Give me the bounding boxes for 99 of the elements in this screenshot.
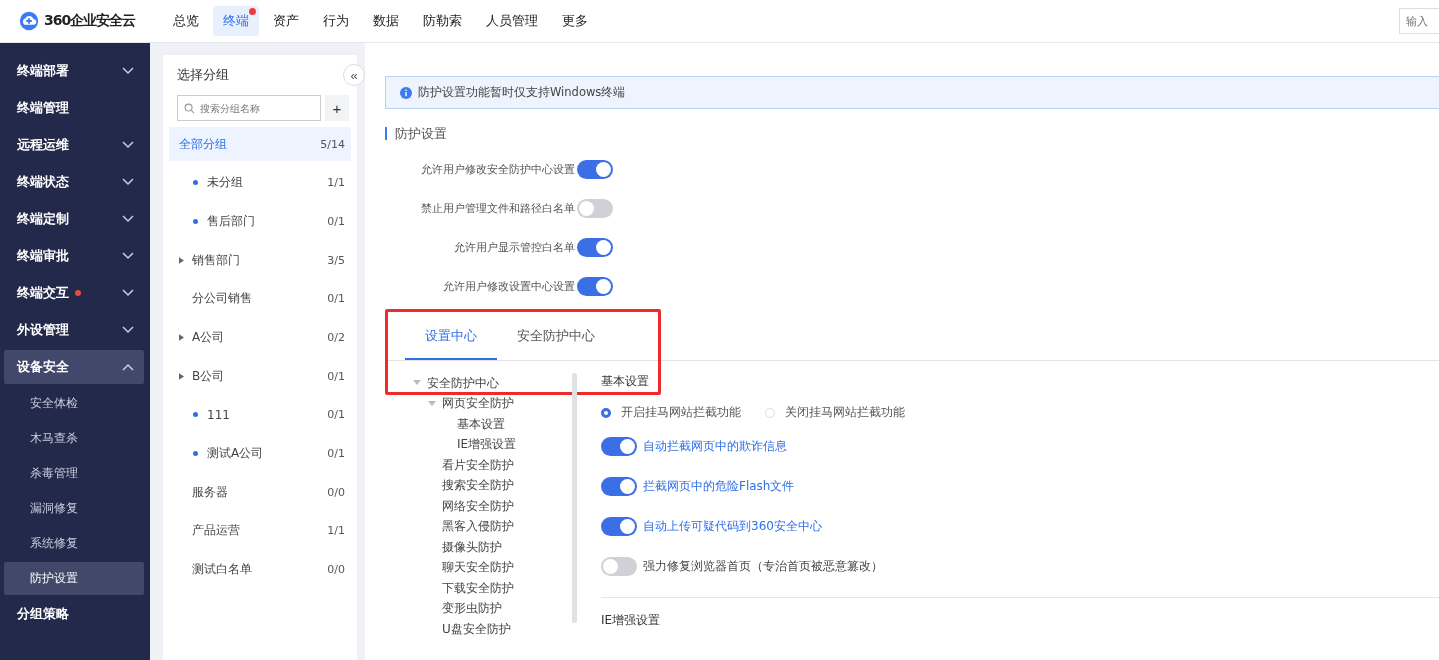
group-item[interactable]: 测试A公司 0/1	[169, 436, 351, 471]
chevron-down-icon	[122, 178, 134, 186]
group-item[interactable]: 测试白名单 0/0	[169, 552, 351, 587]
toggle-switch[interactable]	[601, 517, 637, 536]
radio-button[interactable]	[601, 407, 611, 418]
sidebar-item[interactable]: 外设管理	[4, 313, 144, 347]
cloud-plus-logo-icon	[18, 10, 40, 32]
switch-label: 允许用户修改安全防护中心设置	[420, 162, 575, 177]
sidebar-subitem[interactable]: 防护设置	[4, 562, 144, 595]
subsection-title: IE增强设置	[601, 612, 662, 629]
tree-item[interactable]: 黑客入侵防护	[442, 518, 514, 536]
tree-item[interactable]: IE增强设置	[457, 436, 517, 454]
group-item[interactable]: 服务器 0/0	[169, 475, 351, 510]
search-icon	[184, 103, 195, 114]
switch-label: 禁止用户管理文件和路径白名单	[420, 201, 575, 216]
group-item[interactable]: 111 0/1	[169, 397, 351, 432]
chevron-down-icon	[122, 326, 134, 334]
nav-tab[interactable]: 更多	[552, 6, 598, 36]
group-item[interactable]: A公司 0/2	[169, 320, 351, 355]
collapse-button[interactable]: «	[343, 64, 365, 86]
nav-tab[interactable]: 数据	[363, 6, 409, 36]
expand-triangle-icon	[179, 372, 184, 380]
chevron-down-icon	[122, 252, 134, 260]
sidebar-item[interactable]: 终端交互	[4, 276, 144, 310]
tab[interactable]: 设置中心	[405, 314, 497, 360]
sidebar-item[interactable]: 终端审批	[4, 239, 144, 273]
sidebar-subitem[interactable]: 系统修复	[4, 527, 144, 560]
sidebar-item[interactable]: 终端部署	[4, 54, 144, 88]
chevron-down-icon	[122, 215, 134, 223]
toggle-switch[interactable]	[577, 238, 613, 257]
search-field[interactable]: 输入	[1399, 8, 1439, 34]
sidebar-subitem[interactable]: 木马查杀	[4, 422, 144, 455]
tree-item[interactable]: U盘安全防护	[442, 620, 511, 638]
sidebar-item[interactable]: 远程运维	[4, 128, 144, 162]
sidebar-item[interactable]: 分组策略	[4, 597, 144, 631]
switch-label: 允许用户显示管控白名单	[453, 240, 575, 255]
sidebar-subitem[interactable]: 漏洞修复	[4, 492, 144, 525]
tree-item[interactable]: 网页安全防护	[442, 395, 514, 413]
tree-item[interactable]: 变形虫防护	[442, 600, 502, 618]
chevron-down-icon	[122, 289, 134, 297]
add-button[interactable]: +	[325, 95, 349, 121]
nav-tab[interactable]: 防勒索	[413, 6, 472, 36]
brand-name: 360企业安全云	[44, 12, 136, 30]
chevron-down-icon	[122, 141, 134, 149]
notice-text: 防护设置功能暂时仅支持Windows终端	[418, 85, 626, 100]
radio-option[interactable]: 开启挂马网站拦截功能	[601, 404, 741, 421]
nav-tab[interactable]: 行为	[313, 6, 359, 36]
tab[interactable]: 安全防护中心	[497, 314, 615, 360]
group-item[interactable]: 未分组 1/1	[169, 165, 351, 200]
tree-item[interactable]: 摄像头防护	[442, 538, 502, 556]
bullet-dot	[193, 218, 198, 224]
sidebar-subitem[interactable]: 安全体检	[4, 387, 144, 420]
sidebar-item[interactable]: 终端状态	[4, 165, 144, 199]
tree-item[interactable]: 基本设置	[457, 415, 505, 433]
sidebar-item[interactable]: 终端定制	[4, 202, 144, 236]
nav-tab[interactable]: 人员管理	[476, 6, 548, 36]
radio-option[interactable]: 关闭挂马网站拦截功能	[765, 404, 905, 421]
nav-tab[interactable]: 终端	[213, 6, 259, 36]
toggle-switch[interactable]	[601, 477, 637, 496]
sidebar-subitem[interactable]: 杀毒管理	[4, 457, 144, 490]
bullet-dot	[193, 180, 198, 186]
sidebar-item[interactable]: 设备安全	[4, 350, 144, 384]
tree-item[interactable]: 看片安全防护	[442, 456, 514, 474]
toggle-switch[interactable]	[577, 160, 613, 179]
switch-label: 允许用户修改设置中心设置	[442, 279, 575, 294]
bullet-dot	[193, 451, 198, 456]
group-item[interactable]: 全部分组 5/14	[169, 127, 351, 161]
nav-tab[interactable]: 总览	[163, 6, 209, 36]
toggle-switch[interactable]	[601, 557, 637, 576]
group-item[interactable]: 产品运营 1/1	[169, 513, 351, 548]
tree-item[interactable]: 安全防护中心	[427, 374, 499, 392]
sidebar-item[interactable]: 终端管理	[4, 91, 144, 125]
nav-tab[interactable]: 资产	[263, 6, 309, 36]
option-label: 拦截网页中的危险Flash文件	[643, 478, 795, 495]
search-field[interactable]: 搜索分组名称	[177, 95, 321, 121]
option-label: 强力修复浏览器首页（专治首页被恶意篡改）	[643, 558, 883, 575]
expand-triangle-icon	[179, 256, 184, 264]
chevron-down-icon	[122, 67, 134, 75]
toggle-switch[interactable]	[577, 199, 613, 218]
group-item[interactable]: B公司 0/1	[169, 359, 351, 394]
group-item[interactable]: 销售部门 3/5	[169, 243, 351, 278]
chevron-up-icon	[122, 363, 134, 371]
option-label: 自动上传可疑代码到360安全中心	[643, 518, 822, 535]
section-title: 防护设置	[385, 127, 1439, 140]
tree-item[interactable]: 网络安全防护	[442, 497, 514, 515]
subsection-title: 基本设置	[601, 373, 650, 390]
toggle-switch[interactable]	[601, 437, 637, 456]
bullet-dot	[193, 412, 198, 418]
panel-title: 选择分组	[177, 66, 229, 84]
scrollbar[interactable]	[572, 373, 577, 623]
tree-item[interactable]: 聊天安全防护	[442, 559, 514, 577]
expand-triangle-icon	[179, 333, 184, 341]
info-icon	[400, 86, 412, 99]
tree-item[interactable]: 下载安全防护	[442, 579, 514, 597]
group-item[interactable]: 售后部门 0/1	[169, 204, 351, 239]
option-label: 自动拦截网页中的欺诈信息	[643, 438, 787, 455]
toggle-switch[interactable]	[577, 277, 613, 296]
group-item[interactable]: 分公司销售 0/1	[169, 281, 351, 316]
tree-item[interactable]: 搜索安全防护	[442, 477, 514, 495]
